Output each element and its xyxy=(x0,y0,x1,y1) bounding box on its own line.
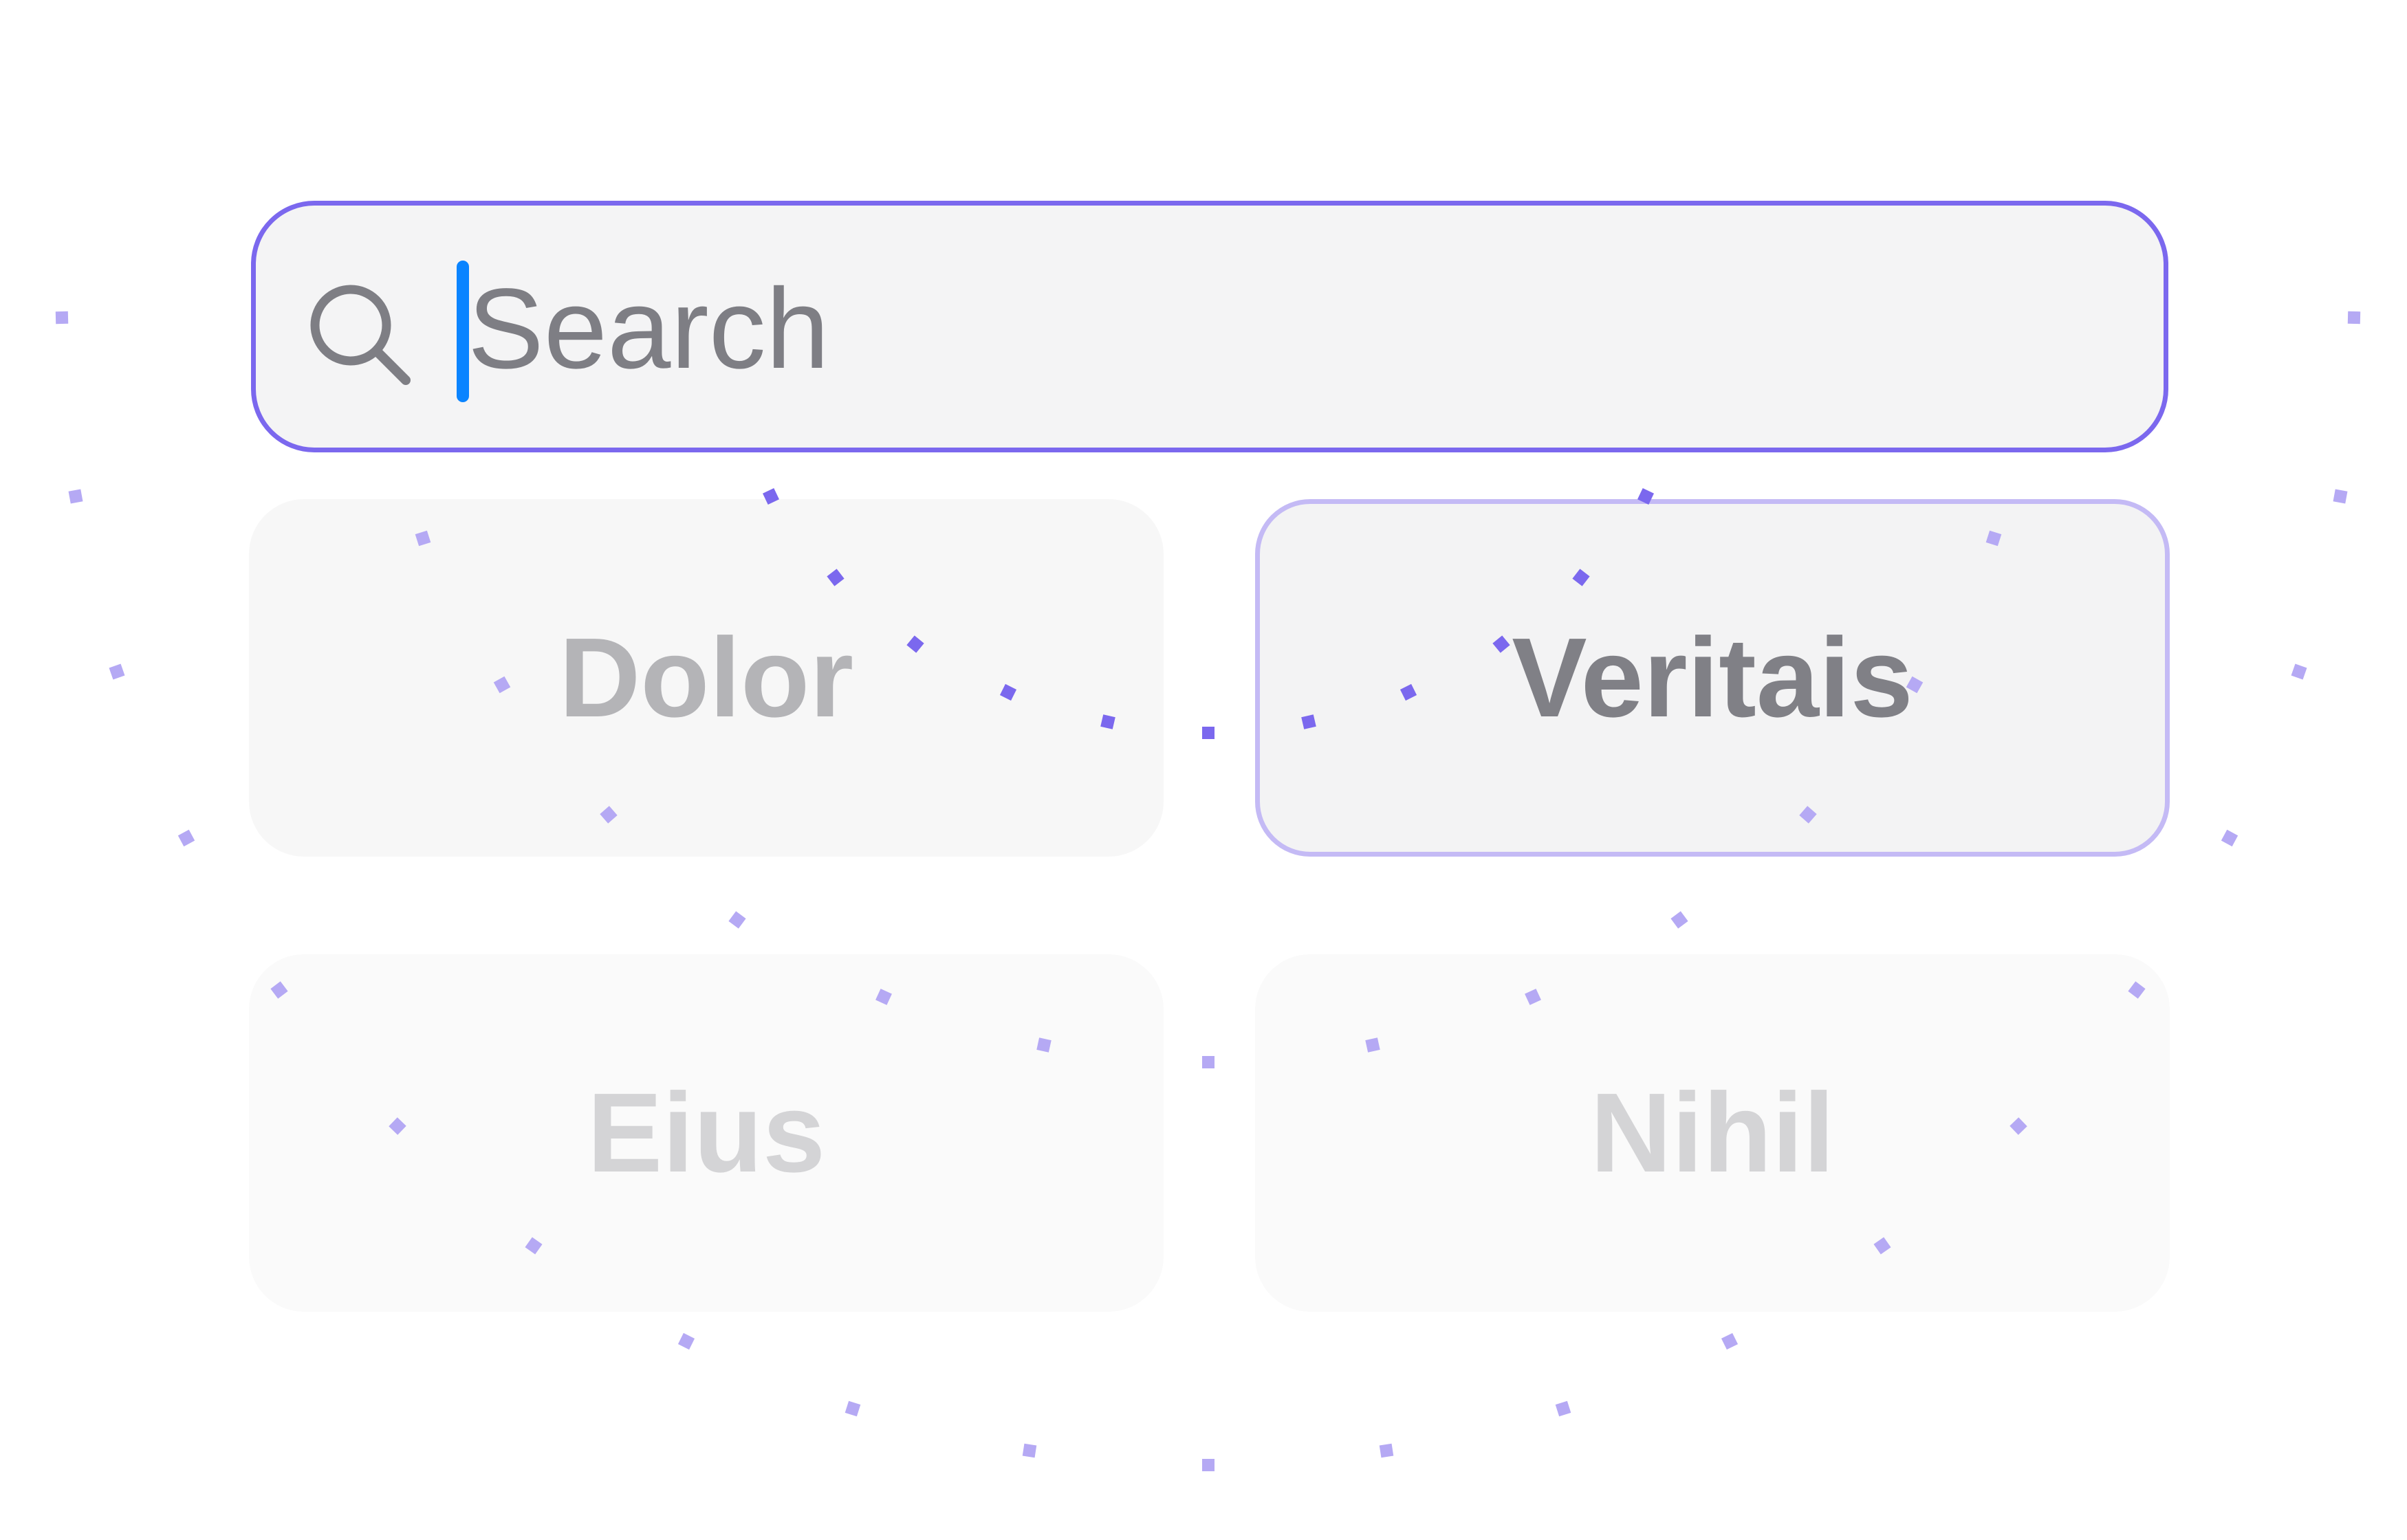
result-tile-veritais[interactable]: Veritais xyxy=(1255,499,2170,857)
result-tile-nihil[interactable]: Nihil xyxy=(1255,954,2170,1312)
search-bar[interactable] xyxy=(251,201,2168,452)
sparkle-dot xyxy=(2291,663,2307,680)
search-icon xyxy=(303,280,420,397)
sparkle-dot xyxy=(1202,1056,1215,1068)
result-tile-eius[interactable]: Eius xyxy=(249,954,1164,1312)
result-label: Eius xyxy=(587,1070,826,1196)
sparkle-dot xyxy=(2347,311,2361,324)
search-input[interactable] xyxy=(468,233,2049,426)
sparkle-dot xyxy=(677,1332,695,1350)
result-label: Veritais xyxy=(1512,615,1913,740)
sparkle-dot xyxy=(177,829,195,847)
sparkle-dot xyxy=(1555,1400,1571,1417)
sparkle-dot xyxy=(68,489,83,504)
sparkle-dot xyxy=(2333,489,2348,504)
result-label: Nihil xyxy=(1590,1070,1835,1196)
sparkle-dot xyxy=(1379,1443,1394,1458)
sparkle-dot xyxy=(55,311,69,324)
search-overlay: Dolor Veritais Eius Nihil xyxy=(0,0,2407,1540)
sparkle-dot xyxy=(2221,829,2239,847)
sparkle-dot xyxy=(1202,1459,1215,1471)
sparkle-dot xyxy=(1670,911,1688,929)
sparkle-dot xyxy=(109,663,125,680)
result-label: Dolor xyxy=(558,615,854,740)
sparkle-dot xyxy=(1022,1443,1037,1458)
sparkle-dot xyxy=(845,1400,861,1417)
sparkle-dot xyxy=(728,911,746,929)
sparkle-dot xyxy=(1202,727,1215,739)
sparkle-dot xyxy=(1721,1332,1739,1350)
result-tile-dolor[interactable]: Dolor xyxy=(249,499,1164,857)
